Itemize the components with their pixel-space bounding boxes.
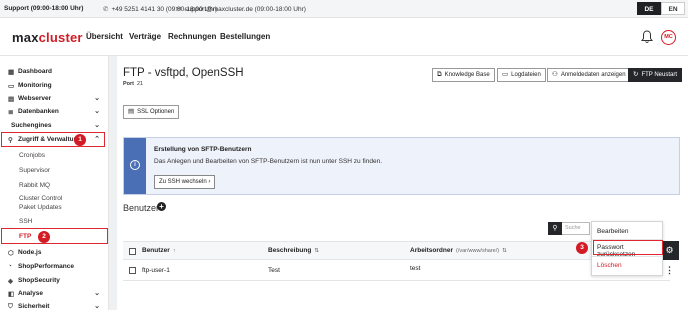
highlight-zugriff [1,132,105,147]
phone-icon: ✆ [103,6,109,13]
highlight-reset-password [593,240,663,255]
sidebar-item-shopsecurity[interactable]: ◈ ShopSecurity [8,276,104,288]
mail-icon: ✉ [176,6,182,13]
security-icon: ◈ [8,278,13,285]
sidebar-item-analyse[interactable]: ◧ Analyse ⌄ [8,289,104,301]
table-row[interactable]: ftp-user-1 Test test [123,260,670,281]
chevron-right-icon: › [208,179,211,185]
performance-icon: ◔ [8,263,12,270]
monitor-icon: ▭ [8,83,15,90]
column-description[interactable]: Beschreibung ⇅ [268,247,319,254]
shield-icon: ⛉ [8,303,13,310]
support-email[interactable]: ✉ support@maxcluster.de (09:00-18:00 Uhr) [176,5,306,13]
chevron-down-icon: ⌄ [94,95,100,102]
grid-icon: ▦ [8,69,15,76]
list-icon: ▤ [128,108,135,115]
log-icon: ▭ [502,71,509,78]
add-user-button[interactable]: + [157,202,166,211]
highlight-ftp [1,228,108,244]
info-text: Das Anlegen und Bearbeiten von SFTP-Benu… [154,158,382,165]
analyse-icon: ◧ [8,291,15,298]
logo[interactable]: maxcluster [12,30,83,45]
user-icon: ⚇ [552,71,558,78]
sidebar-sub-rabbitmq[interactable]: Rabbit MQ [19,182,50,189]
logdateien-button[interactable]: ▭ Logdateien [497,68,546,82]
main-content: FTP - vsftpd, OpenSSH Port 21 ⧉ Knowledge … [117,56,688,310]
table-header: Benutzer ↑ Beschreibung ⇅ Arbeitsordner (/v… [123,241,670,260]
chevron-down-icon: ⌄ [94,122,100,129]
sidebar-sub-cluster-control[interactable]: Cluster Control [19,195,62,202]
row-actions-menu: Bearbeiten Passwort zurücksetzen Löschen [591,221,663,276]
sidebar-sub-paket-updates[interactable]: Paket Updates [19,204,62,211]
sidebar-item-dashboard[interactable]: ▦ Dashboard [8,67,104,79]
sidebar-item-datenbanken[interactable]: ≣ Datenbanken ⌄ [8,107,104,119]
column-folder[interactable]: Arbeitsordner (/var/www/share/) ⇅ [410,247,507,254]
sort-icon: ⇅ [314,248,319,254]
server-icon: ▤ [8,96,15,103]
nav-rechnungen[interactable]: Rechnungen [168,32,216,41]
cell-description: Test [268,267,280,274]
menu-delete[interactable]: Löschen [597,262,622,269]
sidebar-item-shopperformance[interactable]: ◔ ShopPerformance [8,262,104,274]
port-info: Port 21 [123,81,144,87]
step-badge-3: 3 [576,242,588,254]
support-hours: Support (09:00-18:00 Uhr) [4,5,84,12]
anmeldedaten-button[interactable]: ⚇ Anmeldedaten anzeigen [547,68,631,82]
switch-to-ssh-button[interactable]: Zu SSH wechseln › [154,175,216,189]
sidebar-sub-ssh[interactable]: SSH [19,218,32,225]
sort-up-icon: ↑ [172,248,176,254]
nav-uebersicht[interactable]: Übersicht [86,32,123,41]
lang-de-button[interactable]: DE [637,2,661,15]
column-user[interactable]: Benutzer ↑ [142,247,176,254]
page-title: FTP - vsftpd, OpenSSH [123,67,244,79]
ftp-restart-button[interactable]: ↻ FTP Neustart [628,68,683,82]
restart-icon: ↻ [633,71,639,78]
chevron-down-icon: ⌄ [94,290,100,297]
external-link-icon: ⧉ [437,71,442,78]
lang-en-button[interactable]: EN [661,2,685,15]
info-icon: i [130,160,140,170]
sidebar-sub-cronjobs[interactable]: Cronjobs [19,152,45,159]
info-box: i Erstellung von SFTP-Benutzern Das Anle… [123,137,680,195]
row-checkbox[interactable] [129,267,136,274]
menu-edit[interactable]: Bearbeiten [597,228,628,235]
sidebar-item-monitoring[interactable]: ▭ Monitoring [8,81,104,93]
sidebar-item-sicherheit[interactable]: ⛉ Sicherheit ⌄ [8,302,104,310]
info-heading: Erstellung von SFTP-Benutzern [154,146,252,153]
cell-user: ftp-user-1 [142,267,170,274]
more-options-icon[interactable]: ⋮ [665,265,674,276]
select-all-checkbox[interactable] [129,248,136,255]
chevron-down-icon: ⌄ [94,303,100,310]
sidebar-sub-supervisor[interactable]: Supervisor [19,167,50,174]
sort-icon: ⇅ [502,248,507,254]
nav-vertraege[interactable]: Verträge [129,32,161,41]
avatar[interactable]: MC [661,30,676,45]
chevron-down-icon: ⌄ [94,108,100,115]
sidebar-item-webserver[interactable]: ▤ Webserver ⌄ [8,94,104,106]
search-icon[interactable]: ⚲ [548,222,562,235]
knowledge-base-button[interactable]: ⧉ Knowledge Base [432,68,495,82]
users-heading: Benutzer [123,203,160,213]
top-info-bar: Support (09:00-18:00 Uhr) ✆ +49 5251 4141… [0,0,688,18]
sidebar-item-nodejs[interactable]: ⬡ Node.js [8,248,104,260]
ssl-options-button[interactable]: ▤ SSL Optionen [123,105,180,119]
main-header: maxcluster Übersicht Verträge Rechnungen… [0,18,688,56]
database-icon: ≣ [8,109,14,116]
node-icon: ⬡ [8,250,14,257]
step-badge-1: 1 [74,134,86,146]
nav-bestellungen[interactable]: Bestellungen [220,32,270,41]
search-input[interactable]: Suche [562,222,590,235]
bell-icon[interactable] [641,30,653,44]
sidebar: ▦ Dashboard ▭ Monitoring ▤ Webserver ⌄ ≣ Date… [0,56,109,310]
cell-folder: test [410,265,421,272]
step-badge-2: 2 [38,231,50,243]
